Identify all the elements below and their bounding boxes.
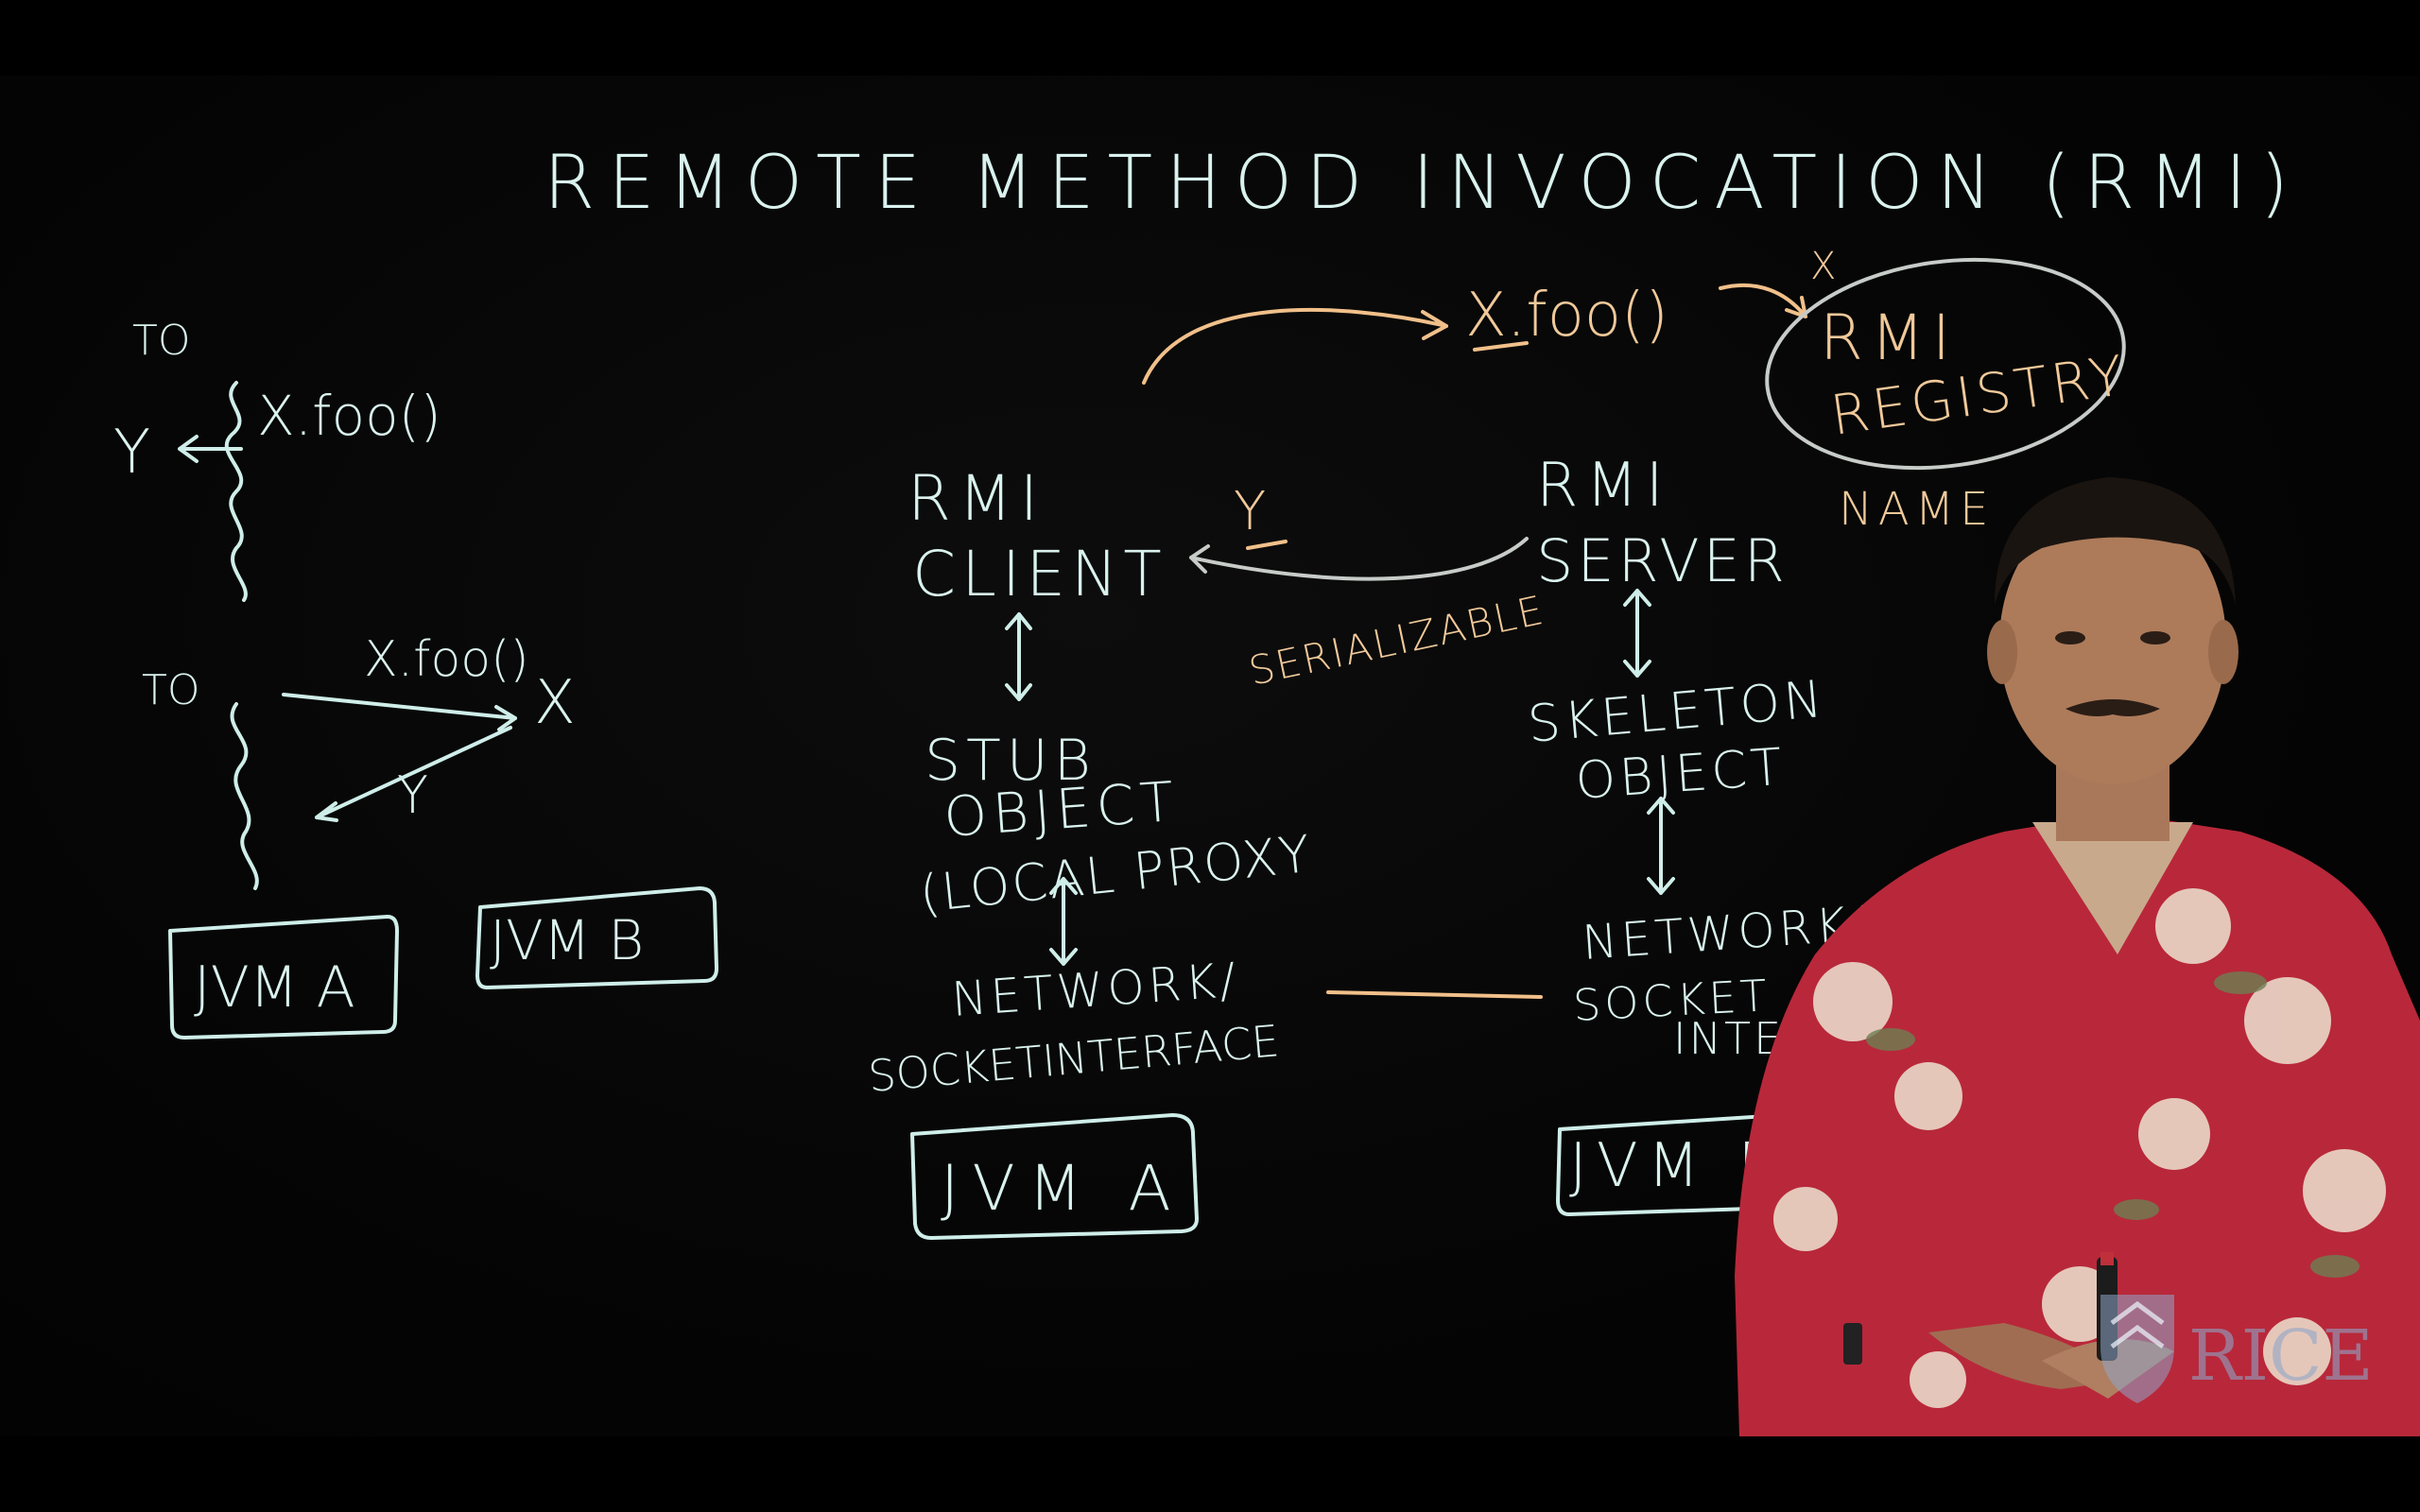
letterbox-bottom: [0, 1436, 2420, 1512]
presenter: [1735, 477, 2420, 1436]
x-label: X: [534, 668, 576, 738]
thread-squiggle: [224, 381, 248, 602]
call-label: X.foo(): [257, 384, 441, 448]
call-arrow: [282, 693, 517, 731]
thread-squiggle-2: [230, 702, 259, 890]
call-top: X.foo(): [1465, 281, 1668, 351]
y-label: Y: [113, 418, 150, 488]
jvm-a-box: JVM A: [910, 1113, 1199, 1240]
name-label: NAME: [1839, 483, 1994, 536]
return-y: Y: [1234, 481, 1266, 542]
stub-network-arrow: [1049, 877, 1078, 966]
call-arc: [1142, 307, 1448, 385]
client-line1: RMI: [908, 462, 1046, 535]
return-arc: [1189, 537, 1529, 581]
svg-text:JVM B: JVM B: [490, 908, 644, 972]
serializable-label: SERIALIZABLE: [1245, 587, 1548, 695]
left-top-sketch: TO Y X.foo(): [113, 317, 441, 602]
call-label-2: X.foo(): [364, 631, 529, 688]
svg-text:JVM A: JVM A: [941, 1152, 1184, 1225]
net-left-line1: NETWORK/: [950, 953, 1241, 1027]
rice-logo-text: RICE: [2188, 1315, 2374, 1397]
t0-label: TO: [132, 317, 191, 365]
letterbox-top: [0, 0, 2420, 76]
x-mark: X: [1810, 245, 1836, 288]
left-jvm-b: JVM B: [475, 886, 718, 989]
lightboard: REMOTE METHOD INVOCATION (RMI) TO Y X.fo…: [113, 141, 2420, 1436]
board-title: REMOTE METHOD INVOCATION (RMI): [544, 141, 2302, 226]
skeleton-line2: OBJECT: [1574, 737, 1788, 811]
video-frame: REMOTE METHOD INVOCATION (RMI) TO Y X.fo…: [0, 76, 2420, 1436]
net-left-line2: SOCKETINTERFACE: [866, 1015, 1281, 1102]
client-stub-arrow: [1005, 612, 1032, 701]
network-link: [1326, 990, 1543, 999]
lookup-arrow: [1719, 283, 1807, 318]
svg-text:JVM A: JVM A: [194, 954, 355, 1021]
skeleton-network-arrow: [1647, 797, 1675, 895]
left-jvm-a: JVM A: [168, 915, 399, 1040]
server-skeleton-arrow: [1623, 589, 1651, 678]
left-mid-sketch: TO X.foo() X Y: [142, 631, 576, 890]
t0-label-2: TO: [142, 666, 200, 714]
server-line2: SERVER: [1536, 526, 1789, 595]
server-line1: RMI: [1536, 451, 1671, 521]
client-line2: CLIENT: [912, 538, 1167, 610]
svg-text:RMI: RMI: [1820, 301, 1958, 374]
